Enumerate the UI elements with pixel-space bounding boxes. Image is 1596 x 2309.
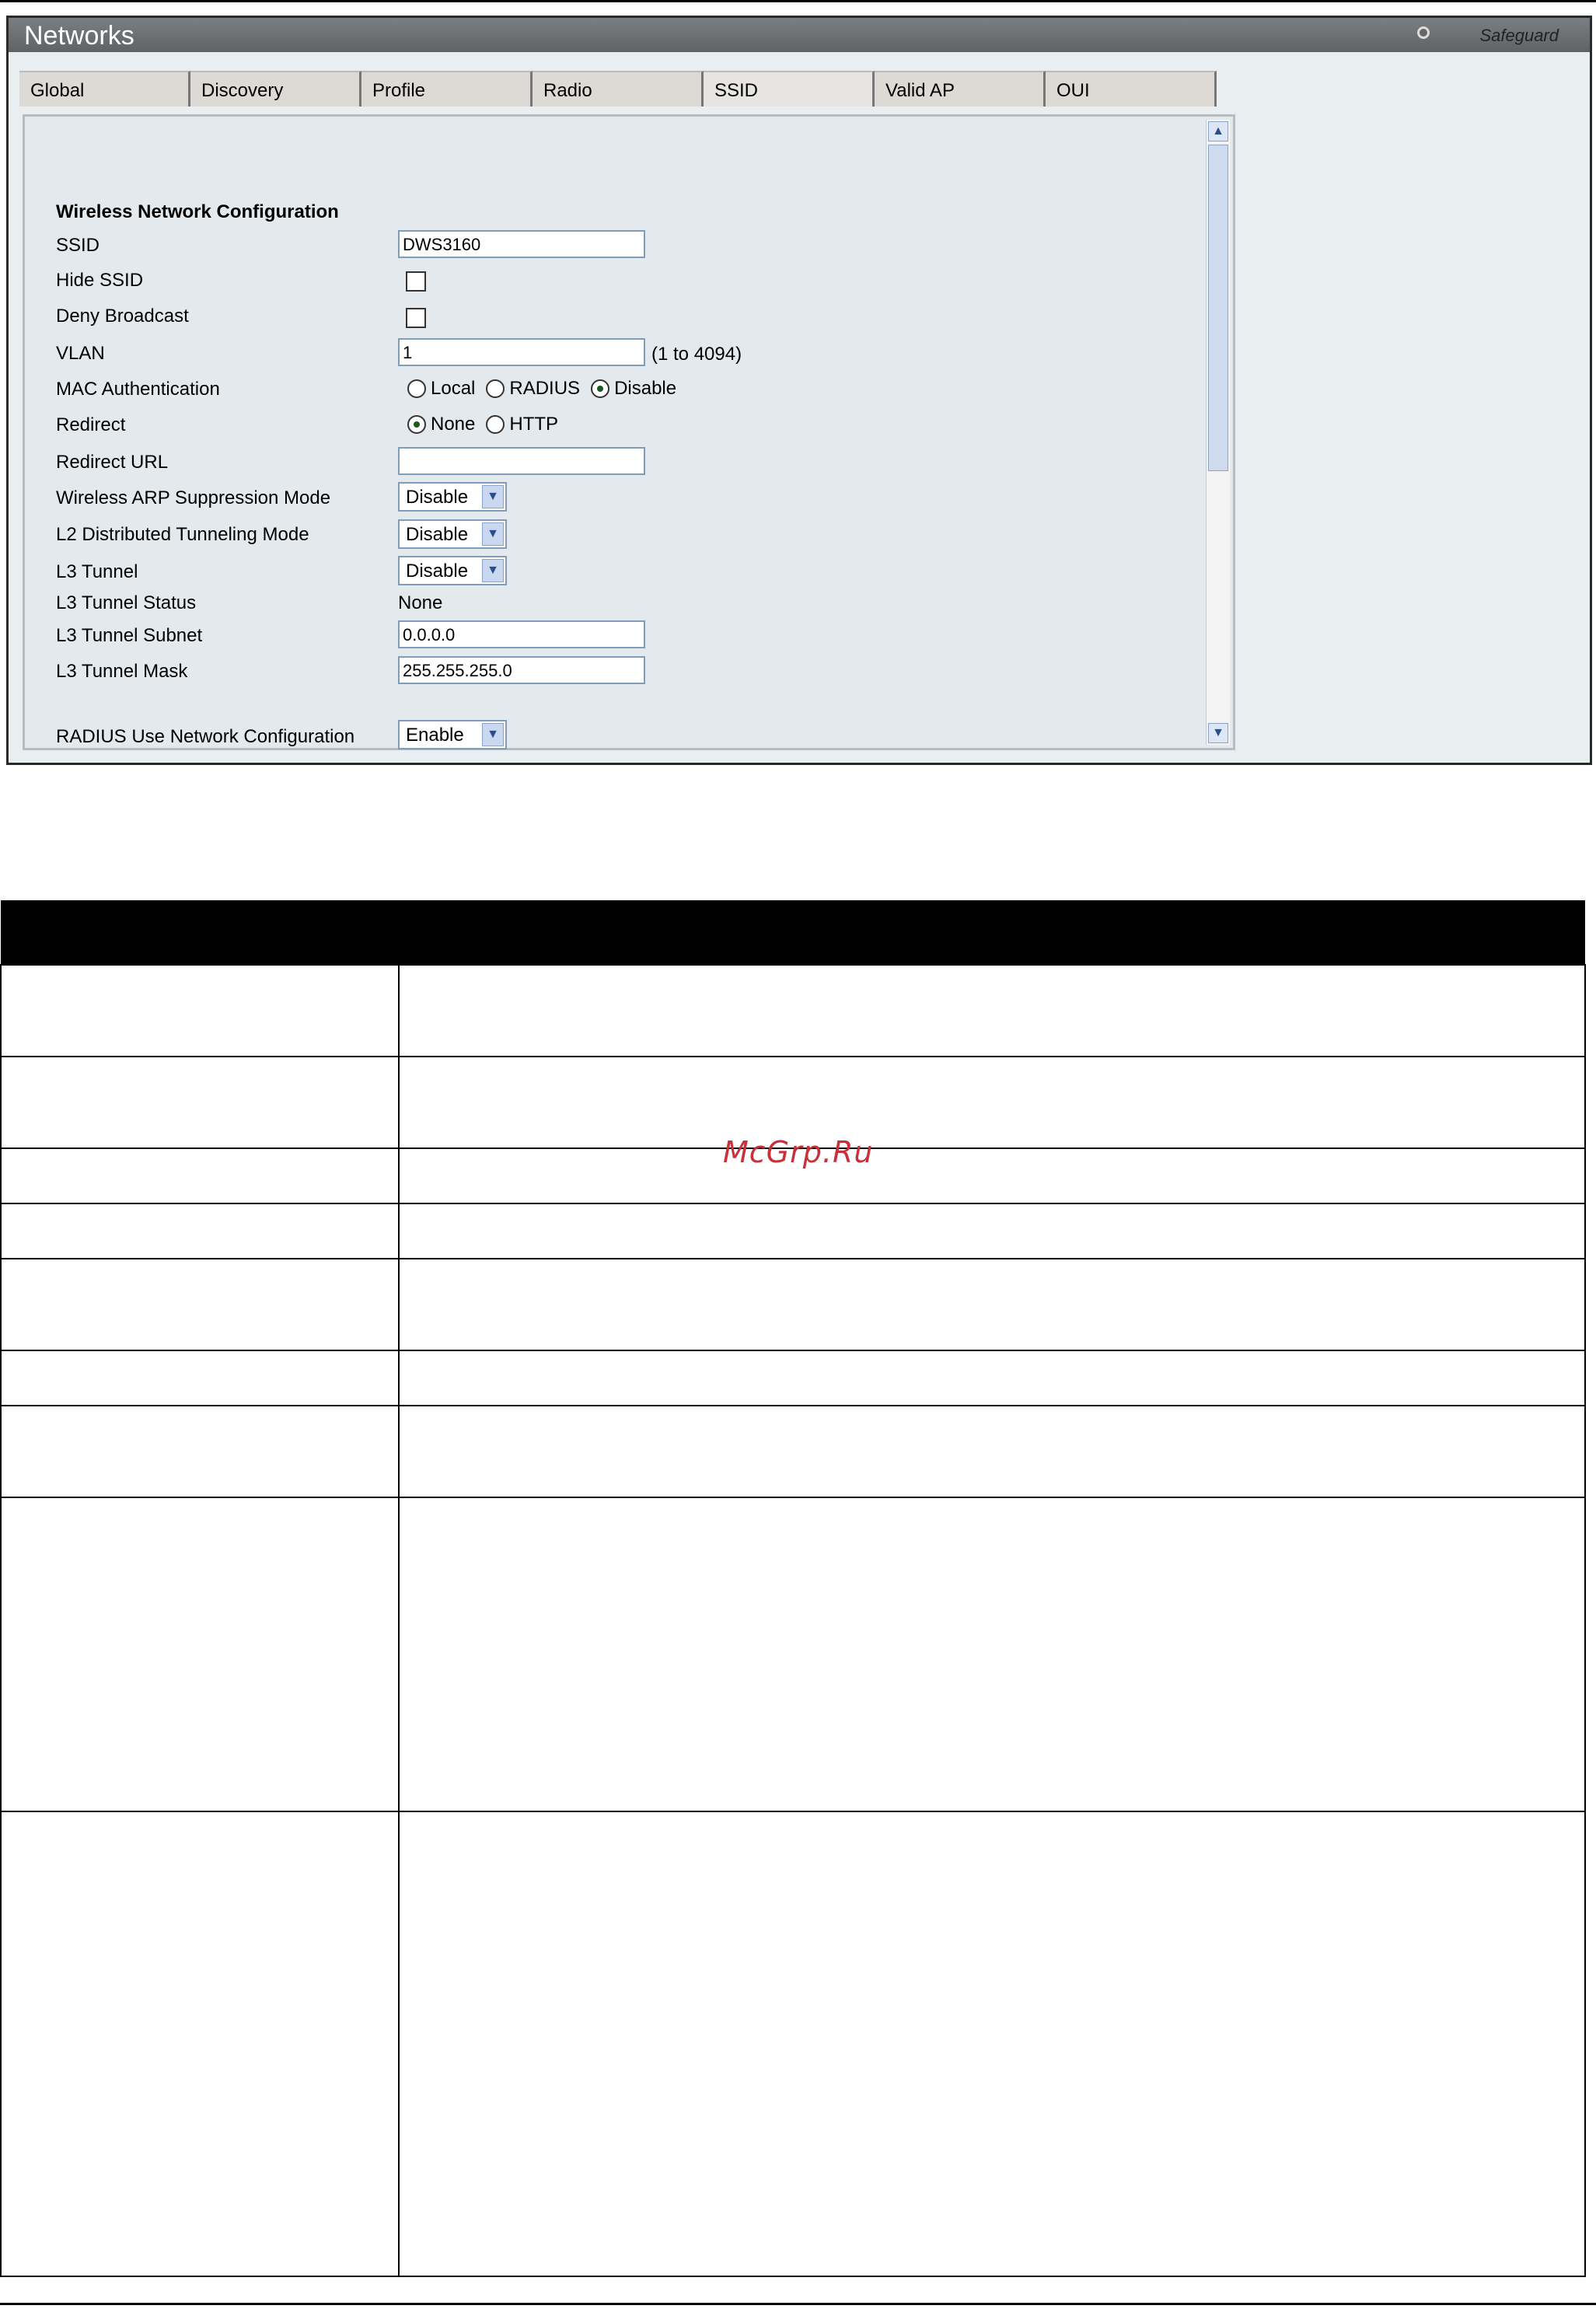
tab-valid-ap[interactable]: Valid AP	[875, 71, 1046, 107]
vlan-input[interactable]: 1	[398, 338, 645, 366]
tab-profile[interactable]: Profile	[361, 71, 533, 107]
arp-suppression-label: Wireless ARP Suppression Mode	[56, 487, 331, 508]
mac-auth-disable-radio[interactable]	[591, 379, 610, 398]
table-header	[1, 900, 1585, 965]
mac-auth-radius-radio[interactable]	[486, 379, 505, 398]
table-row	[0, 1405, 1586, 1498]
hide-ssid-checkbox[interactable]	[406, 271, 426, 292]
table-row	[0, 1203, 1586, 1259]
vertical-scrollbar[interactable]: ▲ ▼	[1206, 120, 1230, 745]
window-title: Networks	[24, 21, 134, 51]
chevron-down-icon[interactable]: ▼	[482, 559, 504, 582]
safeguard-label: Safeguard	[1479, 26, 1559, 45]
l3-tunnel-mask-input[interactable]: 255.255.255.0	[398, 656, 645, 684]
l2-tunneling-label: L2 Distributed Tunneling Mode	[56, 524, 309, 545]
mac-auth-label: MAC Authentication	[56, 379, 220, 400]
mac-auth-local-radio[interactable]	[407, 379, 426, 398]
mac-auth-disable-label: Disable	[614, 378, 677, 399]
section-title: Wireless Network Configuration	[56, 201, 339, 222]
l3-tunnel-mask-label: L3 Tunnel Mask	[56, 661, 188, 682]
l3-tunnel-label: L3 Tunnel	[56, 561, 138, 582]
table-row	[0, 1497, 1586, 1812]
redirect-none-label: None	[431, 414, 476, 435]
vlan-label: VLAN	[56, 343, 105, 364]
redirect-radio-group: None HTTP	[407, 414, 569, 435]
networks-window: Networks Safeguard Global Discovery Prof…	[6, 16, 1592, 765]
radius-network-config-value: Enable	[406, 725, 464, 746]
title-bar: Networks Safeguard	[9, 18, 1590, 52]
scroll-down-icon[interactable]: ▼	[1208, 723, 1228, 743]
ssid-config-panel: Wireless Network Configuration SSID DWS3…	[23, 114, 1235, 750]
radius-network-config-label: RADIUS Use Network Configuration	[56, 726, 355, 747]
arp-suppression-value: Disable	[406, 487, 469, 508]
chevron-down-icon[interactable]: ▼	[482, 522, 504, 546]
l3-tunnel-subnet-label: L3 Tunnel Subnet	[56, 625, 203, 646]
scrollbar-thumb[interactable]	[1208, 145, 1228, 471]
mac-auth-local-label: Local	[431, 378, 476, 399]
redirect-none-radio[interactable]	[407, 415, 426, 434]
ssid-label: SSID	[56, 235, 100, 256]
ssid-input[interactable]: DWS3160	[398, 230, 645, 258]
mac-auth-radio-group: Local RADIUS Disable	[407, 378, 687, 400]
bottom-rule	[0, 2303, 1596, 2305]
redirect-http-label: HTTP	[509, 414, 559, 435]
table-row	[0, 964, 1586, 1057]
arp-suppression-select[interactable]: Disable ▼	[398, 482, 507, 512]
deny-broadcast-label: Deny Broadcast	[56, 306, 189, 327]
tab-ssid[interactable]: SSID	[704, 71, 875, 107]
chevron-down-icon[interactable]: ▼	[482, 723, 504, 746]
l2-tunneling-select[interactable]: Disable ▼	[398, 519, 507, 549]
safeguard-icon	[1417, 26, 1430, 39]
parameter-description-table	[0, 900, 1586, 2277]
l3-tunnel-value: Disable	[406, 561, 469, 582]
radius-network-config-select[interactable]: Enable ▼	[398, 720, 507, 749]
tab-oui[interactable]: OUI	[1046, 71, 1217, 107]
table-row	[0, 1811, 1586, 2277]
hide-ssid-label: Hide SSID	[56, 270, 144, 291]
watermark-text: McGrp.Ru	[723, 1135, 874, 1169]
table-row	[0, 1350, 1586, 1406]
tab-discovery[interactable]: Discovery	[190, 71, 361, 107]
l2-tunneling-value: Disable	[406, 524, 469, 545]
top-rule	[0, 0, 1596, 2]
tab-radio[interactable]: Radio	[533, 71, 704, 107]
tab-global[interactable]: Global	[19, 71, 190, 107]
redirect-url-label: Redirect URL	[56, 452, 169, 473]
l3-tunnel-status-value: None	[398, 592, 443, 613]
scroll-up-icon[interactable]: ▲	[1208, 121, 1228, 141]
redirect-label: Redirect	[56, 414, 126, 435]
deny-broadcast-checkbox[interactable]	[406, 308, 426, 328]
table-header-row	[1, 900, 1585, 965]
l3-tunnel-subnet-input[interactable]: 0.0.0.0	[398, 620, 645, 648]
l3-tunnel-select[interactable]: Disable ▼	[398, 556, 507, 585]
chevron-down-icon[interactable]: ▼	[482, 485, 504, 508]
redirect-http-radio[interactable]	[486, 415, 505, 434]
table-row	[0, 1258, 1586, 1351]
vlan-range-hint: (1 to 4094)	[651, 344, 742, 365]
redirect-url-input[interactable]	[398, 447, 645, 475]
mac-auth-radius-label: RADIUS	[509, 378, 581, 399]
l3-tunnel-status-label: L3 Tunnel Status	[56, 592, 197, 613]
